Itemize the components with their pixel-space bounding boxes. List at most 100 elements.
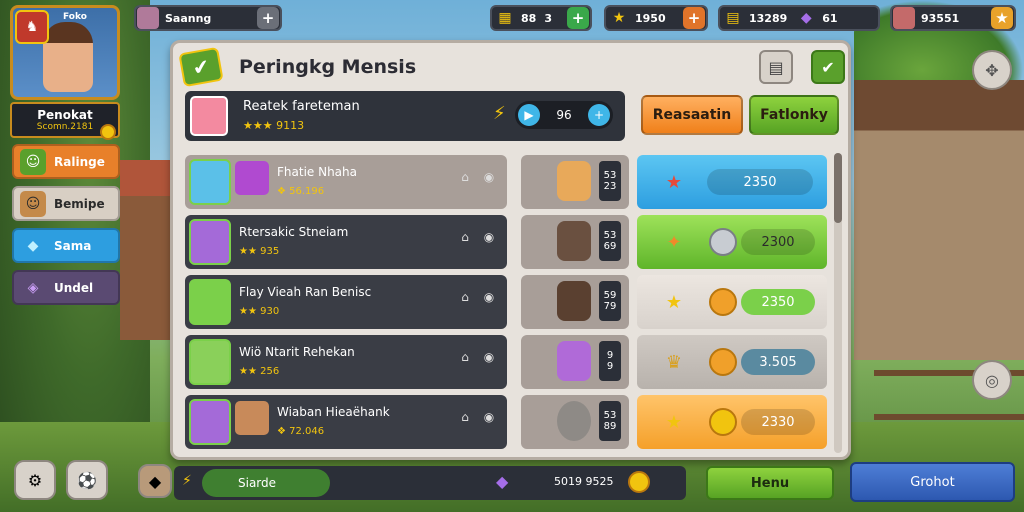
rival-character [557,341,591,381]
row-player-card[interactable]: Fhatie Nhaha ❖ 56.196 ⌂ ◉ [185,155,507,209]
gem-icon: ◆ [800,10,812,26]
soccer-ball-button[interactable]: ⚽ [66,460,108,500]
row-score-top: 9 [606,350,614,361]
reward-value: 2350 [743,174,777,190]
star-button[interactable]: ★ [991,7,1013,29]
rival-character [557,221,591,261]
purple-gem-icon: ◆ [496,472,509,491]
side-menu-item-undel[interactable]: ◈ Undel [12,270,120,305]
table-row[interactable]: Rtersakic Stneiam ★★ 935 ⌂ ◉ 53 69 ✦ 230… [185,215,835,275]
add-currency-1-button[interactable]: + [567,7,589,29]
row-score-box: 9 9 [599,341,621,381]
row-score-top: 53 [603,230,617,241]
player-avatar [189,159,231,205]
row-player-sub: ❖ 72.046 [277,426,325,437]
profile-sub: Scomn.2181 [36,122,94,132]
list-button[interactable]: ▤ [759,50,793,84]
add-currency-2-button[interactable]: + [683,7,705,29]
row-score-bottom: 69 [603,241,617,252]
currency-2-value: 1950 [635,11,666,25]
row-reward[interactable]: ★ 2350 [637,275,827,329]
side-menu-label: Bemipe [54,196,105,211]
player-name: Saanng [165,11,212,25]
gear-icon [557,401,591,441]
table-row[interactable]: Fhatie Nhaha ❖ 56.196 ⌂ ◉ 53 23 ★ 2350 [185,155,835,215]
leaderboard-panel: ✔ Peringkg Mensis ▤ ✔ Reatek fareteman ★… [170,40,851,460]
reward-value: 2330 [761,414,795,430]
plus-icon[interactable]: + [257,7,279,29]
row-player-card[interactable]: Flay Vieah Ran Benisc ★★ 930 ⌂ ◉ [185,275,507,329]
chat-button[interactable]: Grohot [850,462,1015,502]
reward-bar: 2350 [741,289,815,315]
gold-star-icon: ★ [665,291,683,313]
profile-character [43,22,93,92]
row-rival: 9 9 [521,335,629,389]
side-menu-label: Sama [54,238,92,253]
crown-icon: ♛ [665,351,683,373]
scrollbar-thumb[interactable] [834,153,842,223]
list-scrollbar[interactable] [834,153,842,453]
player-name-pill[interactable]: Saanng + [134,5,282,31]
row-player-name: Rtersakic Stneiam [239,225,349,239]
home-icon[interactable]: ⌂ [457,229,473,245]
lightning-icon: ⚡ [182,473,192,489]
row-rival: 53 69 [521,215,629,269]
row-reward[interactable]: ♛ 3.505 [637,335,827,389]
gear-button[interactable]: ⚙ [14,460,56,500]
row-player-name: Flay Vieah Ran Benisc [239,285,372,299]
status-pill[interactable]: Siarde [202,469,330,497]
settings-button[interactable]: ✥ [972,50,1012,90]
menu-button[interactable]: Henu [706,466,834,500]
row-player-sub: ★★ 930 [239,306,280,317]
background-house-right [854,80,1024,360]
side-menu-item-sama[interactable]: ◆ Sama [12,228,120,263]
row-score-box: 53 69 [599,221,621,261]
row-player-card[interactable]: Wiö Ntarit Rehekan ★★ 256 ⌂ ◉ [185,335,507,389]
row-player-name: Wiaban Hieaëhank [277,405,390,419]
table-row[interactable]: Wiö Ntarit Rehekan ★★ 256 ⌂ ◉ 9 9 ♛ 3.50… [185,335,835,395]
profile-tag: Foko [63,12,87,22]
shield-check-icon: ✔ [178,46,224,88]
target-button[interactable]: ◎ [972,360,1012,400]
reward-value: 2300 [761,234,795,250]
table-row[interactable]: Wiaban Hieaëhank ❖ 72.046 ⌂ ◉ 53 89 ★ 23… [185,395,835,455]
panel-title: Peringkg Mensis [239,56,417,78]
row-player-name: Fhatie Nhaha [277,165,357,179]
play-icon[interactable]: ▶ [518,104,540,126]
side-menu-item-bemipe[interactable]: ☺ Bemipe [12,186,120,221]
diamond-icon: ◆ [27,237,39,254]
row-score-box: 53 23 [599,161,621,201]
gold-star-icon: ★ [665,411,683,433]
home-icon[interactable]: ⌂ [457,289,473,305]
info-icon[interactable]: ◉ [481,169,497,185]
table-row[interactable]: Flay Vieah Ran Benisc ★★ 930 ⌂ ◉ 59 79 ★… [185,275,835,335]
info-icon[interactable]: ◉ [481,289,497,305]
green-action-button[interactable]: Fatlonky [749,95,839,135]
row-reward[interactable]: ★ 2330 [637,395,827,449]
player-info-bar: Reatek fareteman ★★★ 9113 ⚡ ▶ 96 + [185,91,625,141]
player-avatar [189,339,231,385]
info-icon[interactable]: ◉ [481,409,497,425]
row-rival: 53 89 [521,395,629,449]
add-energy-button[interactable]: + [588,104,610,126]
currency-pill-1: ▦ 88 3 + [490,5,592,31]
home-icon[interactable]: ⌂ [457,169,473,185]
orange-action-button[interactable]: Reasaatin [641,95,743,135]
side-menu-item-ralinge[interactable]: ☺ Ralinge [12,144,120,179]
row-reward[interactable]: ✦ 2300 [637,215,827,269]
reward-value: 3.505 [759,354,797,370]
profile-card[interactable]: ♞ Foko Penokat Scomn.2181 [10,5,120,140]
chat-button-label: Grohot [910,474,955,490]
row-reward[interactable]: ★ 2350 [637,155,827,209]
row-player-card[interactable]: Rtersakic Stneiam ★★ 935 ⌂ ◉ [185,215,507,269]
confirm-button[interactable]: ✔ [811,50,845,84]
row-player-card[interactable]: Wiaban Hieaëhank ❖ 72.046 ⌂ ◉ [185,395,507,449]
info-icon[interactable]: ◉ [481,349,497,365]
home-icon[interactable]: ⌂ [457,349,473,365]
info-icon[interactable]: ◉ [481,229,497,245]
home-icon[interactable]: ⌂ [457,409,473,425]
row-score-bottom: 89 [603,421,617,432]
row-player-name: Wiö Ntarit Rehekan [239,345,355,359]
player-avatar [189,219,231,265]
diamond-menu-button[interactable]: ◆ [138,464,172,498]
